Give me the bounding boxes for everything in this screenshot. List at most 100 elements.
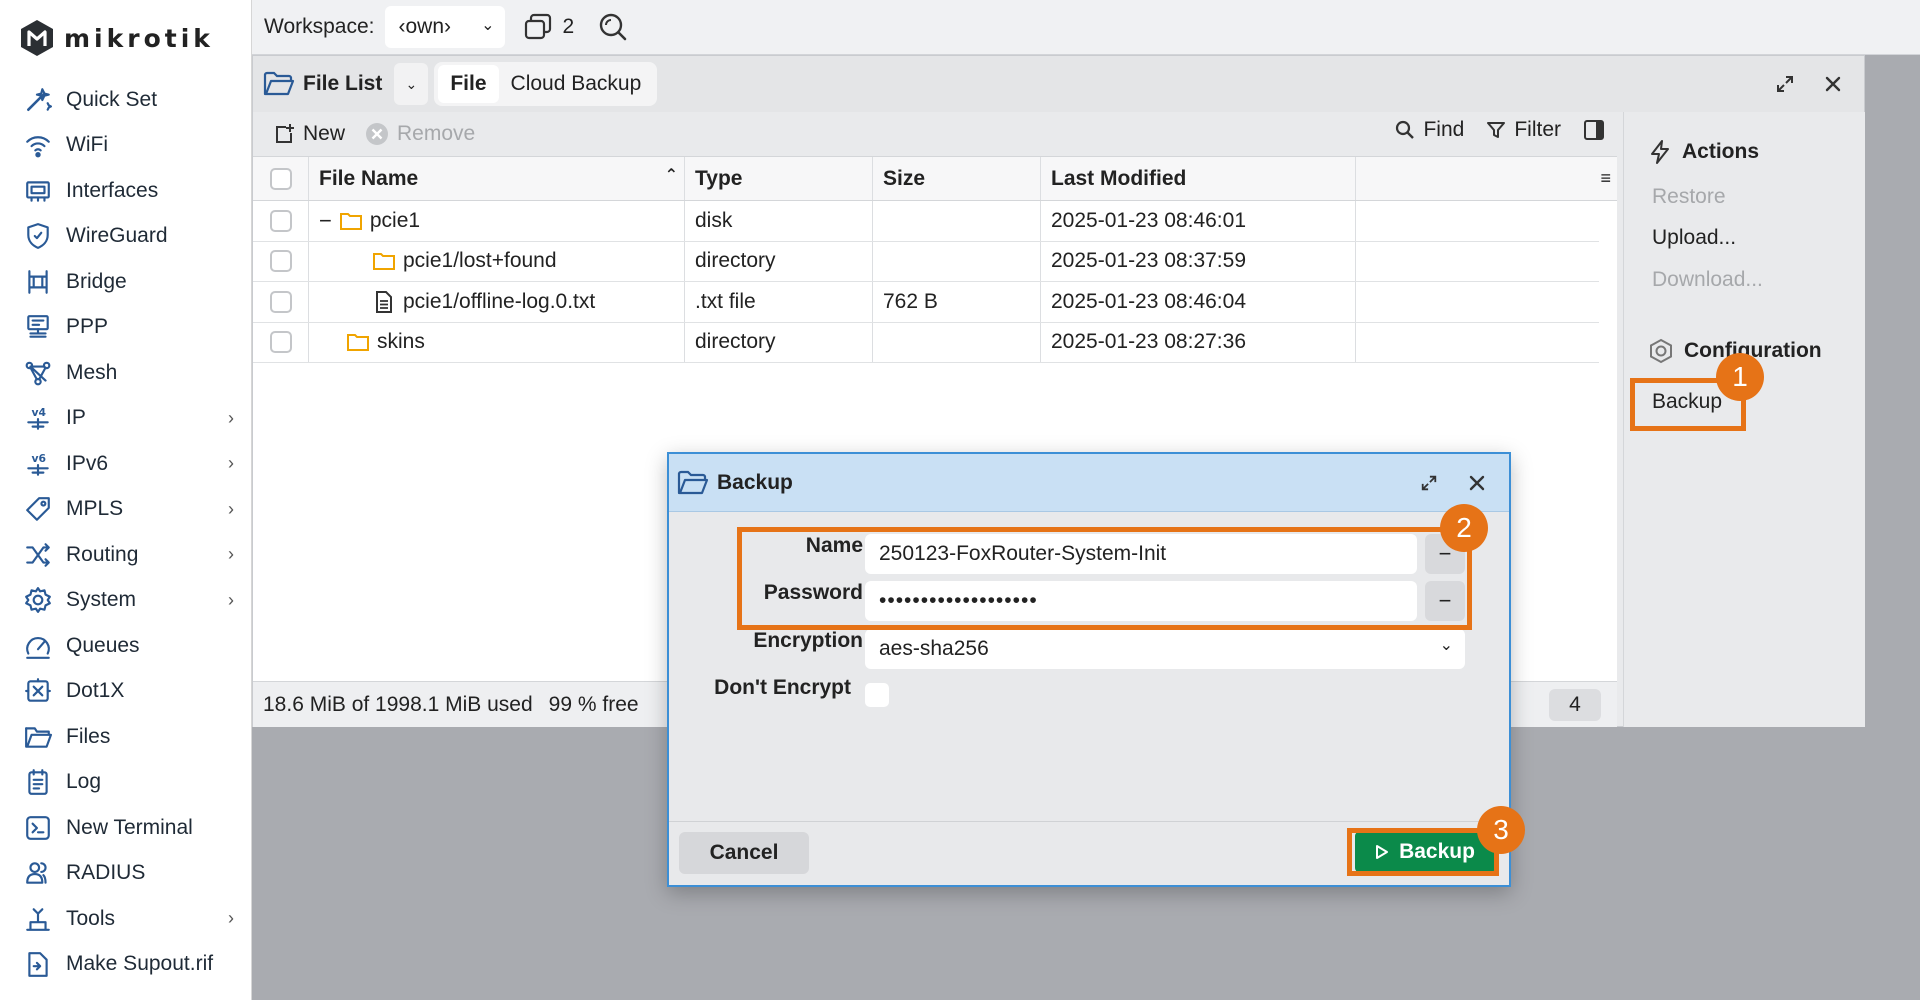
- sidebar-item-mesh[interactable]: Mesh: [0, 350, 252, 396]
- sidebar-item-wireguard[interactable]: WireGuard: [0, 214, 252, 260]
- hamburger-icon[interactable]: ≡: [1600, 168, 1611, 189]
- maximize-icon[interactable]: [1420, 474, 1438, 492]
- workspace-select[interactable]: ‹own› ⌄: [384, 6, 505, 48]
- dont-encrypt-checkbox[interactable]: [865, 683, 889, 707]
- tab-file[interactable]: File: [438, 65, 499, 103]
- workspace-label: Workspace:: [264, 15, 375, 38]
- column-type[interactable]: Type: [685, 157, 873, 200]
- panel-toggle-icon[interactable]: [1583, 119, 1605, 141]
- header-select-all[interactable]: [253, 157, 309, 200]
- collapse-icon[interactable]: −: [319, 208, 332, 234]
- sidebar-item-label: Files: [66, 724, 111, 748]
- sidebar-item-log[interactable]: Log: [0, 760, 252, 806]
- column-size[interactable]: Size: [873, 157, 1041, 200]
- table-row[interactable]: skins directory 2025-01-23 08:27:36: [253, 322, 1599, 363]
- shield-icon: [22, 220, 54, 252]
- row-checkbox[interactable]: [269, 331, 292, 354]
- column-modified-label: Last Modified: [1051, 166, 1187, 190]
- sidebar-item-label: Queues: [66, 633, 140, 657]
- sidebar-item-dot1x[interactable]: Dot1X: [0, 669, 252, 715]
- table-row[interactable]: pcie1/offline-log.0.txt .txt file 762 B …: [253, 282, 1599, 323]
- row-checkbox-cell[interactable]: [253, 241, 309, 281]
- tab-cloud-backup[interactable]: Cloud Backup: [499, 65, 654, 103]
- table-row[interactable]: − pcie1 disk 2025-01-23 08:46:01: [253, 201, 1599, 242]
- sidebar-item-files[interactable]: Files: [0, 714, 252, 760]
- window-menu-button[interactable]: ⌄: [394, 63, 429, 105]
- file-list-toolbar: New Remove Find Filter: [253, 112, 1617, 156]
- users-icon: [22, 857, 54, 889]
- column-file-name-label: File Name: [319, 166, 419, 190]
- file-name: skins: [377, 330, 425, 354]
- close-icon[interactable]: [1467, 473, 1487, 493]
- empty-cell: [1356, 282, 1599, 322]
- row-checkbox[interactable]: [269, 209, 292, 232]
- sidebar-item-new-terminal[interactable]: New Terminal: [0, 805, 252, 851]
- step-badge-2: 2: [1440, 504, 1488, 552]
- sidebar-item-queues[interactable]: Queues: [0, 623, 252, 669]
- sidebar-item-quick-set[interactable]: Quick Set: [0, 77, 252, 123]
- actions-heading: Actions: [1648, 140, 1759, 164]
- file-modified-cell: 2025-01-23 08:46:04: [1041, 282, 1356, 322]
- row-checkbox[interactable]: [269, 290, 292, 313]
- select-all-checkbox[interactable]: [269, 167, 292, 190]
- bridge-icon: [22, 266, 54, 298]
- restore-action[interactable]: Restore: [1652, 185, 1726, 209]
- file-size-cell: [873, 322, 1041, 362]
- find-label: Find: [1423, 118, 1465, 141]
- tools-icon: [22, 903, 54, 935]
- file-name-cell: skins: [309, 322, 685, 362]
- sidebar-item-interfaces[interactable]: Interfaces: [0, 168, 252, 214]
- column-file-name[interactable]: File Name ⌃: [309, 157, 685, 200]
- dot1x-icon: [22, 675, 54, 707]
- dont-encrypt-label: Don't Encrypt: [714, 676, 851, 699]
- tab-group: File Cloud Backup: [434, 62, 658, 106]
- filter-label: Filter: [1514, 118, 1561, 141]
- cancel-button[interactable]: Cancel: [679, 832, 809, 874]
- row-checkbox[interactable]: [269, 250, 292, 273]
- sidebar-item-mpls[interactable]: MPLS ›: [0, 487, 252, 533]
- row-checkbox-cell[interactable]: [253, 201, 309, 241]
- remove-button[interactable]: Remove: [365, 122, 475, 146]
- row-checkbox-cell[interactable]: [253, 322, 309, 362]
- column-menu[interactable]: ≡: [1356, 157, 1617, 200]
- upload-action[interactable]: Upload...: [1652, 226, 1736, 250]
- sidebar-item-make-supout-rif[interactable]: Make Supout.rif: [0, 942, 252, 988]
- sidebar-item-bridge[interactable]: Bridge: [0, 259, 252, 305]
- wifi-icon: [22, 129, 54, 161]
- mesh-icon: [22, 357, 54, 389]
- toolbar-right: Find Filter: [1395, 118, 1605, 142]
- storage-free: 99 % free: [548, 692, 639, 716]
- sidebar-item-wifi[interactable]: WiFi: [0, 123, 252, 169]
- find-button[interactable]: Find: [1395, 118, 1464, 142]
- search-icon[interactable]: [598, 12, 628, 42]
- row-count-badge: 4: [1549, 689, 1601, 721]
- sidebar-item-ppp[interactable]: PPP: [0, 305, 252, 351]
- column-last-modified[interactable]: Last Modified: [1041, 157, 1356, 200]
- sidebar-item-routing[interactable]: Routing ›: [0, 532, 252, 578]
- step-badge-3: 3: [1477, 806, 1525, 854]
- chevron-right-icon: ›: [228, 407, 234, 428]
- sidebar-item-tools[interactable]: Tools ›: [0, 896, 252, 942]
- empty-cell: [1356, 323, 1599, 363]
- filter-button[interactable]: Filter: [1486, 118, 1561, 142]
- close-icon[interactable]: [1823, 74, 1843, 94]
- encryption-select[interactable]: aes-sha256 ⌄: [865, 629, 1465, 669]
- encryption-value: aes-sha256: [879, 637, 989, 660]
- dialog-title-text: Backup: [717, 470, 793, 494]
- row-checkbox-cell[interactable]: [253, 282, 309, 322]
- step-badge-1: 1: [1716, 353, 1764, 401]
- sidebar-item-label: MPLS: [66, 497, 124, 521]
- table-row[interactable]: pcie1/lost+found directory 2025-01-23 08…: [253, 241, 1599, 282]
- new-button[interactable]: New: [273, 122, 345, 146]
- filter-icon: [1487, 122, 1506, 138]
- sidebar-item-system[interactable]: System ›: [0, 578, 252, 624]
- dialog-header: Backup: [669, 454, 1509, 512]
- maximize-icon[interactable]: [1775, 74, 1795, 94]
- download-action[interactable]: Download...: [1652, 268, 1763, 292]
- sidebar-item-ipv6[interactable]: v6 IPv6 ›: [0, 441, 252, 487]
- sidebar-item-ip[interactable]: v4 IP ›: [0, 396, 252, 442]
- sidebar-item-radius[interactable]: RADIUS: [0, 851, 252, 897]
- sidebar-item-label: IP: [66, 406, 86, 430]
- sidebar-item-label: WiFi: [66, 133, 108, 157]
- windows-button[interactable]: 2: [523, 13, 574, 41]
